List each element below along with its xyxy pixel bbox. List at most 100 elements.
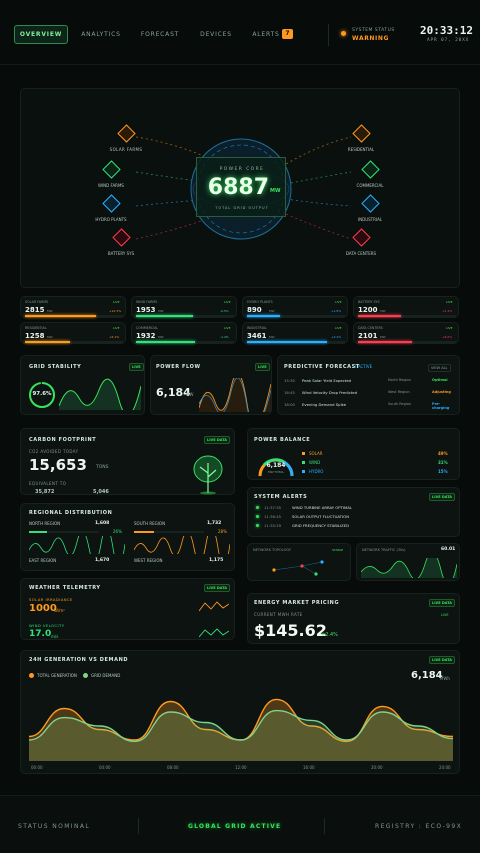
- forecast-view-all[interactable]: VIEW ALL: [428, 364, 451, 372]
- wind-velocity-unit: m/s: [51, 634, 59, 639]
- metric-card[interactable]: WIND FARMS LIVE 1953 MW -0.5%: [131, 296, 237, 318]
- metric-card[interactable]: BATTERY SYS LIVE 1200 MW +2.4%: [353, 296, 459, 318]
- metric-bar-track: [136, 341, 234, 343]
- metric-card[interactable]: RESIDENTIAL LIVE 1258 MW +5.1%: [20, 322, 126, 344]
- balance-pct: 31%: [438, 460, 448, 465]
- source-hydro[interactable]: HYDRO PLANTS: [86, 194, 136, 223]
- series-area: [29, 710, 453, 761]
- power-core-unit: MW: [270, 188, 281, 194]
- clock-date: APR 07, 20XX: [427, 38, 470, 43]
- network-topology-card[interactable]: NETWORK TOPOLOGY STABLE: [247, 543, 351, 581]
- alerts-title: SYSTEM ALERTS: [254, 494, 308, 500]
- forecast-region: South Region: [388, 402, 412, 406]
- carbon-eq1: 35,872: [35, 489, 55, 495]
- metric-bar-track: [25, 315, 123, 317]
- metric-live: LIVE: [446, 300, 453, 304]
- sink-industrial-label: INDUSTRIAL: [357, 217, 383, 222]
- alert-row[interactable]: 11:37:35 WIND TURBINE ARRAY OPTIMAL: [256, 505, 456, 513]
- region-east-label[interactable]: EAST REGION: [29, 558, 56, 563]
- top-nav: OVERVIEW ANALYTICS FORECAST DEVICES ALER…: [0, 0, 480, 70]
- server-icon: [352, 228, 371, 247]
- forecast-row[interactable]: 16:45 Wind Velocity Drop Predicted West …: [284, 388, 456, 398]
- wind-turbine-icon: [102, 160, 121, 179]
- region-west-label[interactable]: WEST REGION: [134, 558, 162, 563]
- region-south-bar-track: [134, 531, 204, 533]
- legend-demand[interactable]: GRID DEMAND: [83, 673, 120, 678]
- metric-delta: +3.2%: [331, 335, 342, 339]
- metric-unit: MW: [47, 335, 53, 339]
- predictive-forecast-card: PREDICTIVE FORECAST 3 ACTIVE VIEW ALL 15…: [277, 355, 460, 415]
- source-battery[interactable]: BATTERY SYS: [96, 228, 146, 257]
- power-flow-card[interactable]: POWER FLOW LIVE 6,184 MW: [150, 355, 272, 415]
- footer-divider-left: [138, 818, 139, 834]
- alert-row[interactable]: 11:36:45 SOLAR OUTPUT FLUCTUATION: [256, 514, 456, 522]
- system-status-label: SYSTEM STATUS: [352, 28, 395, 33]
- power-core-box[interactable]: POWER CORE 6887 MW TOTAL GRID OUTPUT: [196, 157, 286, 217]
- metric-card[interactable]: DATA CENTERS LIVE 2101 MW +6.0%: [353, 322, 459, 344]
- sink-datacenters-label: DATA CENTERS: [345, 251, 377, 256]
- metric-live: LIVE: [335, 300, 342, 304]
- legend-generation[interactable]: TOTAL GENERATION: [29, 673, 77, 678]
- metric-card[interactable]: HYDRO PLANTS LIVE 890 MW +1.8%: [242, 296, 348, 318]
- tab-analytics[interactable]: ANALYTICS: [78, 25, 124, 44]
- forecast-text: Wind Velocity Drop Predicted: [302, 390, 358, 395]
- metric-unit: MW: [47, 309, 53, 313]
- sink-industrial[interactable]: INDUSTRIAL: [345, 194, 395, 223]
- alert-row[interactable]: 11:35:29 GRID FREQUENCY STABILIZED: [256, 523, 456, 531]
- sink-datacenters[interactable]: DATA CENTERS: [336, 228, 386, 257]
- forecast-row[interactable]: 18:00 Evening Demand Spike South Region …: [284, 400, 456, 410]
- metric-delta: +2.4%: [442, 309, 453, 313]
- sink-commercial-label: COMMERCIAL: [356, 183, 384, 188]
- pricing-live: LIVE: [441, 613, 449, 617]
- alert-text: WIND TURBINE ARRAY OPTIMAL: [292, 505, 353, 510]
- balance-item: HYDRO 15%: [302, 469, 454, 477]
- forecast-row[interactable]: 15:30 Peak Solar Yield Expected North Re…: [284, 376, 456, 386]
- carbon-sub: CO2 AVOIDED TODAY: [29, 449, 79, 454]
- source-solar[interactable]: SOLAR FARMS: [101, 124, 151, 153]
- tab-forecast[interactable]: FORECAST: [138, 25, 182, 44]
- forecast-text: Peak Solar Yield Expected: [302, 378, 352, 383]
- factory-icon: [361, 194, 380, 213]
- power-flow-unit: MW: [186, 392, 194, 397]
- network-traffic-card[interactable]: NETWORK TRAFFIC (30s) 60.01: [356, 543, 460, 581]
- solar-irradiance-label: SOLAR IRRADIANCE: [29, 597, 73, 602]
- metric-card[interactable]: SOLAR FARMS LIVE 2815 MW +12.3%: [20, 296, 126, 318]
- metric-value: 2815: [25, 306, 45, 314]
- generation-demand-chart: 00:00 04:00 08:00 12:00 16:00 20:00 24:00: [29, 698, 453, 770]
- metric-bar-track: [358, 341, 456, 343]
- tab-alerts[interactable]: ALERTS: [250, 25, 282, 44]
- source-wind[interactable]: WIND FARMS: [86, 160, 136, 189]
- nav-bottom-line: [0, 64, 480, 65]
- metric-value: 3461: [247, 332, 267, 340]
- metric-live: LIVE: [224, 300, 231, 304]
- legend-demand-label: GRID DEMAND: [91, 673, 121, 678]
- power-balance-card: POWER BALANCE 6,184 MW TOTAL SOLAR 49% W…: [247, 428, 460, 480]
- metric-bar-track: [247, 341, 345, 343]
- power-core-value: 6887: [207, 175, 269, 200]
- metric-value: 2101: [358, 332, 378, 340]
- metric-card[interactable]: COMMERCIAL LIVE 1932 MW -1.4%: [131, 322, 237, 344]
- forecast-time: 16:45: [284, 390, 295, 395]
- tab-overview[interactable]: OVERVIEW: [14, 25, 68, 44]
- tab-devices[interactable]: DEVICES: [196, 25, 236, 44]
- solar-irradiance-value: 1000: [29, 603, 57, 614]
- traffic-chart: [361, 558, 457, 578]
- source-solar-label: SOLAR FARMS: [109, 147, 143, 152]
- sink-residential[interactable]: RESIDENTIAL: [336, 124, 386, 153]
- chart-panel-title: 24H GENERATION VS DEMAND: [29, 657, 129, 663]
- metric-value: 1200: [358, 306, 378, 314]
- grid-stability-card[interactable]: GRID STABILITY LIVE 97.6%: [20, 355, 145, 415]
- topology-map: [272, 560, 324, 576]
- battery-icon: [112, 228, 131, 247]
- grid-stability-value: 97.6%: [32, 391, 52, 397]
- region-south-bar-fill: [134, 531, 154, 533]
- forecast-title: PREDICTIVE FORECAST: [284, 364, 360, 370]
- metric-live: LIVE: [224, 326, 231, 330]
- power-core-subtitle: TOTAL GRID OUTPUT: [215, 206, 269, 210]
- metric-unit: MW: [380, 335, 386, 339]
- pricing-delta: +2.4%: [321, 632, 338, 638]
- sink-commercial[interactable]: COMMERCIAL: [345, 160, 395, 189]
- metric-card[interactable]: INDUSTRIAL LIVE 3461 MW +3.2%: [242, 322, 348, 344]
- region-south-label: SOUTH REGION: [134, 521, 166, 526]
- energy-pricing-card: ENERGY MARKET PRICING LIVE DATA CURRENT …: [247, 593, 460, 644]
